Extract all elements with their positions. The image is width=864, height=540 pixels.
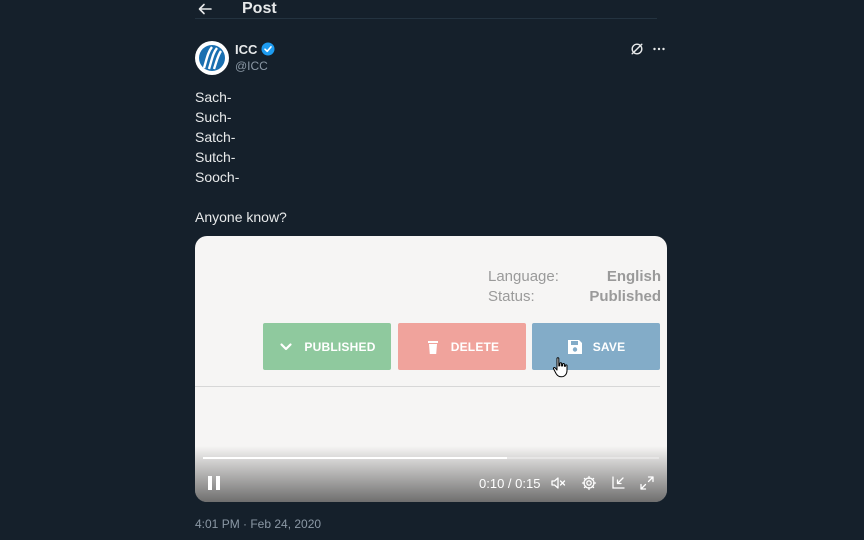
language-label: Language: [488,268,559,285]
back-arrow-icon[interactable] [197,1,213,17]
post-text-line: Sach- [195,89,232,105]
language-value: English [606,268,661,285]
published-button: PUBLISHED [263,323,391,370]
post-text-line [195,187,287,207]
post-text-line: Anyone know? [195,209,287,225]
video-time: 0:10 / 0:15 [479,476,541,491]
published-button-label: PUBLISHED [304,339,376,354]
video-controls-bar [195,446,667,502]
post-text: Sach- Such- Satch- Sutch- Sooch- Anyone … [195,87,287,227]
settings-gear-icon[interactable] [581,475,597,491]
save-button-label: SAVE [592,339,626,354]
floppy-disk-icon [567,339,582,354]
grok-icon[interactable] [630,42,644,56]
chevron-down-icon [280,342,293,350]
post-text-line: Such- [195,109,232,125]
author-name[interactable]: ICC [235,42,257,57]
post-text-line: Satch- [195,129,236,145]
video-player[interactable]: Language: English Status: Published PUBL… [195,236,667,502]
delete-button: DELETE [398,323,526,370]
verified-badge-icon [261,42,275,56]
trash-icon [427,340,438,354]
video-progress-fill [203,457,508,459]
more-icon[interactable] [652,42,666,56]
page-title: Post [242,0,277,17]
status-value: Published [589,288,661,305]
status-label: Status: [488,288,535,305]
delete-button-label: DELETE [450,339,500,354]
hand-cursor-icon [551,356,571,378]
post-timestamp[interactable]: 4:01 PM · Feb 24, 2020 [195,517,321,531]
post-header: Post [195,0,657,19]
video-progress-bar[interactable] [203,457,659,459]
divider [195,386,660,387]
avatar[interactable] [195,41,229,75]
post-text-line: Sutch- [195,149,236,165]
post-text-line: Sooch- [195,169,240,185]
dock-icon[interactable] [610,475,626,491]
pause-icon[interactable] [208,476,220,490]
mute-icon[interactable] [550,475,566,491]
author-handle[interactable]: @ICC [235,59,268,73]
fullscreen-icon[interactable] [639,475,655,491]
